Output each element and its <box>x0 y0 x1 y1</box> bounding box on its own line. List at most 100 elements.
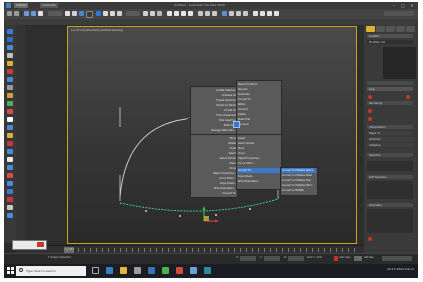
motion-tab-icon[interactable] <box>396 26 405 32</box>
rollout-geometry[interactable]: Geometry <box>367 203 413 207</box>
max-taskbar-icon[interactable] <box>204 267 211 274</box>
modifier-list-dropdown[interactable]: Modifier List <box>367 40 413 44</box>
edge-browser-icon[interactable] <box>106 267 113 274</box>
window-crossing-icon[interactable] <box>86 11 93 18</box>
radio-icon[interactable] <box>368 117 372 121</box>
spline-curve[interactable] <box>119 118 187 198</box>
cameras-icon[interactable] <box>7 53 13 58</box>
lights-icon[interactable] <box>7 45 13 50</box>
playback-controls[interactable] <box>382 256 412 261</box>
utilities-tab-icon[interactable] <box>406 26 415 32</box>
paint-icon[interactable] <box>7 181 13 186</box>
utilities-icon[interactable] <box>7 109 13 114</box>
modifier-stack[interactable] <box>383 47 416 79</box>
menu-item[interactable]: Manage State Sets... <box>192 128 236 133</box>
menu-item[interactable]: Top-level <box>238 122 280 127</box>
display-icon[interactable] <box>7 101 13 106</box>
mail-icon[interactable] <box>148 267 155 274</box>
optimize-checkbox[interactable]: Optimize <box>367 137 413 141</box>
render-icon[interactable] <box>274 11 279 16</box>
populate-icon[interactable] <box>7 157 13 162</box>
helpers-icon[interactable] <box>7 61 13 66</box>
pivot-icon[interactable] <box>143 11 148 16</box>
rollout-selection[interactable]: Selection <box>367 153 413 157</box>
modify-tab-icon[interactable] <box>376 26 385 32</box>
auto-key-button[interactable] <box>334 256 338 261</box>
render-frame-icon[interactable] <box>267 11 272 16</box>
select-icon[interactable] <box>65 11 70 16</box>
schematic-view-icon[interactable] <box>243 11 248 16</box>
spinner-snap-icon[interactable] <box>188 11 193 16</box>
set-key-button[interactable] <box>354 256 362 261</box>
adaptive-checkbox[interactable]: Adaptive <box>367 143 413 147</box>
scene-states-icon[interactable] <box>7 213 13 218</box>
create-tab-icon[interactable] <box>366 26 375 32</box>
unlink-icon[interactable] <box>31 11 36 16</box>
rollout-soft-selection[interactable]: Soft Selection <box>367 175 413 179</box>
animation-icon[interactable] <box>7 197 13 202</box>
max-app-icon[interactable] <box>6 3 11 8</box>
x-coordinate-field[interactable] <box>240 256 256 261</box>
move-icon[interactable] <box>96 11 101 16</box>
taskbar-search-box[interactable]: Type here to search <box>16 266 86 276</box>
curve-editor-icon[interactable] <box>236 11 241 16</box>
media-icon[interactable] <box>176 267 183 274</box>
windows-start-icon[interactable] <box>7 267 14 274</box>
maxscript-listener[interactable] <box>12 240 47 250</box>
undo-icon[interactable] <box>7 11 12 16</box>
snap-icon[interactable] <box>167 11 172 16</box>
layer-icon[interactable] <box>222 11 227 16</box>
vertex-point[interactable] <box>249 208 251 210</box>
scale-icon[interactable] <box>110 11 115 16</box>
minimize-button[interactable]: – <box>390 3 398 8</box>
soft-selection-controls[interactable] <box>367 181 413 199</box>
menu-item[interactable]: Convert To: <box>192 191 236 196</box>
explorer-icon[interactable] <box>120 267 127 274</box>
vertex-point[interactable] <box>145 210 147 212</box>
submenu-item[interactable]: Convert to NURBS <box>282 188 316 193</box>
task-view-icon[interactable] <box>92 267 99 274</box>
selection-level-buttons[interactable] <box>367 161 413 171</box>
photos-icon[interactable] <box>190 267 197 274</box>
workspace-dropdown[interactable] <box>384 11 414 16</box>
color-swatch[interactable] <box>406 95 410 99</box>
spacewarps-icon[interactable] <box>7 69 13 74</box>
record-icon[interactable] <box>7 141 13 146</box>
material-editor-icon[interactable] <box>253 11 258 16</box>
redo-icon[interactable] <box>14 11 19 16</box>
file-tab[interactable]: Untitled <box>14 3 29 8</box>
render-setup-icon[interactable] <box>260 11 265 16</box>
vertex-point[interactable] <box>215 214 217 216</box>
filter-dropdown[interactable] <box>48 11 62 16</box>
baseline-curve[interactable] <box>119 198 279 212</box>
rollout-line[interactable]: Line <box>367 87 413 91</box>
menu-item[interactable]: Curve Editor... <box>238 161 280 166</box>
clock-time[interactable]: 10:13 <box>387 267 396 271</box>
z-coordinate-field[interactable] <box>288 256 304 261</box>
object-paint-icon[interactable] <box>7 149 13 154</box>
radio-icon[interactable] <box>368 109 372 113</box>
mirror-icon[interactable] <box>205 11 210 16</box>
hierarchy-tab-icon[interactable] <box>386 26 395 32</box>
maximize-button[interactable]: □ <box>399 3 407 8</box>
align-view-icon[interactable] <box>7 117 13 122</box>
stack-controls[interactable] <box>367 81 413 85</box>
link-icon[interactable] <box>24 11 29 16</box>
menu-item-convert-to[interactable]: Convert To: <box>238 168 280 173</box>
rotate-icon[interactable] <box>103 11 108 16</box>
select-object-icon[interactable] <box>7 125 13 130</box>
object-name-field[interactable]: Line001 <box>367 34 413 38</box>
layer-manager-icon[interactable] <box>7 205 13 210</box>
select-by-name-icon[interactable] <box>72 11 77 16</box>
named-selection-icon[interactable] <box>198 11 203 16</box>
lock-icon[interactable] <box>368 237 372 241</box>
hierarchy-icon[interactable] <box>7 85 13 90</box>
geometry-controls[interactable] <box>367 209 413 233</box>
motion-icon[interactable] <box>7 93 13 98</box>
modeling-icon[interactable] <box>7 189 13 194</box>
menu-item[interactable]: Wire Parameters... <box>238 179 280 184</box>
freeform-icon[interactable] <box>7 165 13 170</box>
front-viewport[interactable]: [+] [Front] [Standard] [Default Shading] <box>67 26 357 244</box>
browser-icon[interactable] <box>162 267 169 274</box>
store-icon[interactable] <box>134 267 141 274</box>
